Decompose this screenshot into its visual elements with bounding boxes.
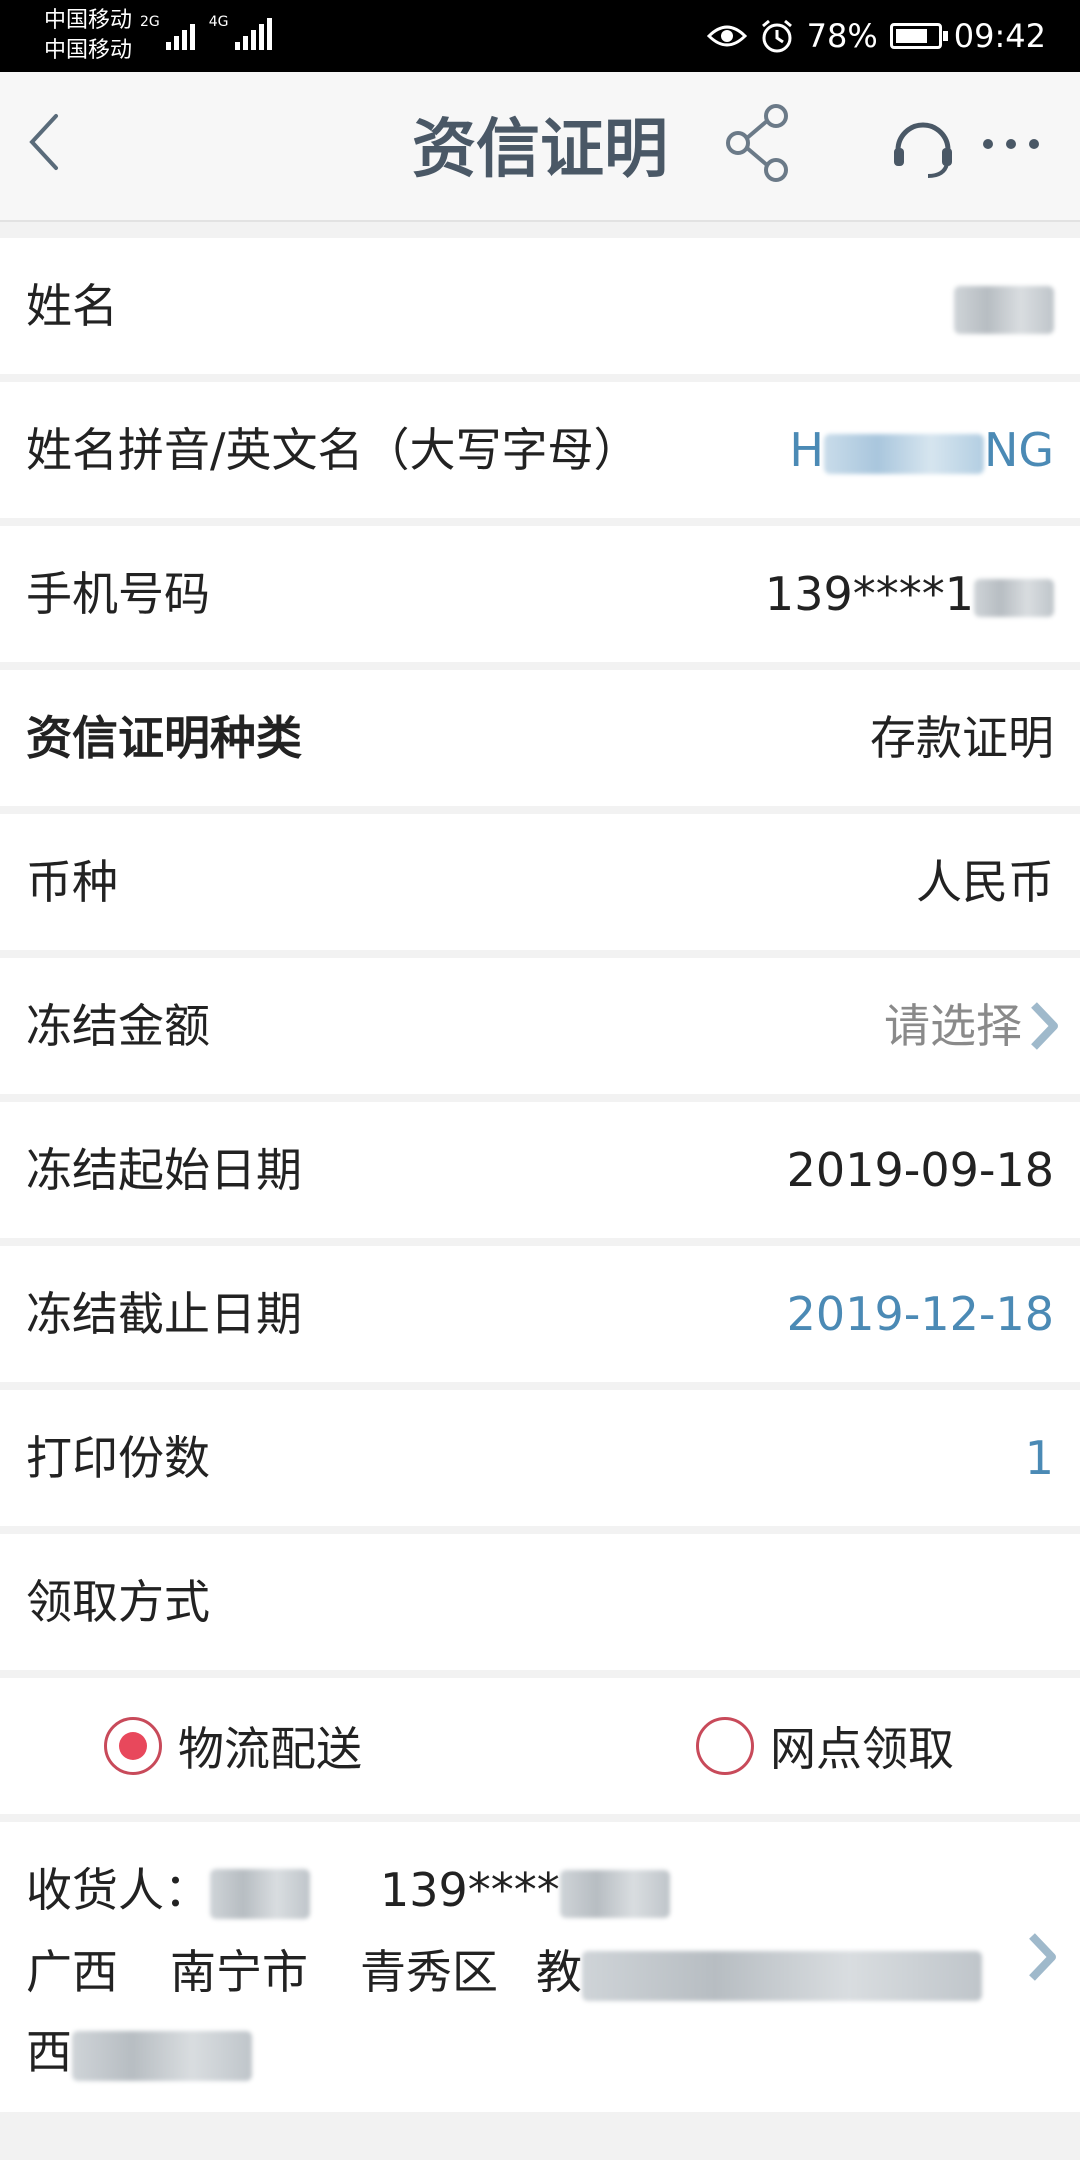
address-line-3: 西 [26,2012,252,2092]
pinyin-value: H NG [789,382,1054,518]
frozen-amount-label: 冻结金额 [26,999,210,1053]
certificate-type-label: 资信证明种类 [26,711,302,765]
row-currency: 币种 人民币 [0,814,1080,950]
radio-branch[interactable]: 网点领取 [696,1678,954,1814]
redacted-phone [974,578,1054,617]
frozen-amount-select[interactable]: 请选择 [884,958,1062,1094]
row-certificate-type[interactable]: 资信证明种类 存款证明 [0,670,1080,806]
phone-label: 手机号码 [26,567,210,621]
address-city: 南宁市 [170,1945,308,1999]
pinyin-value-end: NG [983,423,1054,477]
receiver-line: 收货人： 139**** [26,1850,670,1930]
address-line: 广西 南宁市 青秀区教 [26,1932,982,2012]
form-list: 姓名 姓名拼音/英文名（大写字母） H NG 手机号码 139****1 资信证明… [0,238,1080,2112]
clock: 09:42 [953,17,1046,55]
radio-logistics-label: 物流配送 [178,1722,362,1776]
phone-value-text: 139****1 [764,567,974,621]
signal-2-icon: 4G [209,14,272,50]
redacted-street [582,1950,982,2001]
pickup-method-label: 领取方式 [26,1575,210,1629]
copies-value[interactable]: 1 [1025,1390,1054,1526]
row-start-date: 冻结起始日期 2019-09-18 [0,1102,1080,1238]
radio-branch-label: 网点领取 [770,1722,954,1776]
receiver-phone: 139**** [380,1863,560,1917]
redacted-receiver [210,1868,310,1919]
alarm-icon [761,19,792,53]
radio-unchecked-icon [696,1717,754,1775]
pinyin-label: 姓名拼音/英文名（大写字母） [26,423,640,477]
more-icon[interactable] [980,134,1042,154]
battery-icon [889,23,948,49]
customer-service-icon[interactable] [890,114,956,180]
start-date-value: 2019-09-18 [786,1143,1054,1197]
copies-label: 打印份数 [26,1431,210,1485]
network-type-2: 4G [208,14,229,30]
signal-1-icon: 2G [140,14,195,50]
address-province: 广西 [26,1945,118,1999]
address-line3-start: 西 [26,2025,72,2079]
redacted-receiver-phone [559,1869,670,1918]
status-right: 78% 09:42 [706,0,1046,72]
frozen-amount-placeholder: 请选择 [884,999,1022,1053]
row-pickup-method: 领取方式 [0,1534,1080,1670]
phone-value: 139****1 [765,526,1054,662]
redacted-name [954,285,1054,334]
carrier-labels: 中国移动 中国移动 [44,6,132,66]
redacted-pinyin [823,433,984,474]
network-type-1: 2G [140,14,160,30]
row-end-date[interactable]: 冻结截止日期 2019-12-18 [0,1246,1080,1382]
certificate-type-value: 存款证明 [870,711,1054,765]
share-icon[interactable] [722,102,794,184]
end-date-label: 冻结截止日期 [26,1287,302,1341]
signal-indicators: 2G 4G [140,14,272,50]
row-copies[interactable]: 打印份数 1 [0,1390,1080,1526]
radio-checked-icon [104,1717,162,1775]
carrier-1: 中国移动 [44,8,133,33]
chevron-right-icon [1029,1933,1056,1981]
pickup-options: 物流配送 网点领取 [0,1678,1080,1814]
eye-icon [706,25,747,47]
row-pinyin: 姓名拼音/英文名（大写字母） H NG [0,382,1080,518]
end-date-value[interactable]: 2019-12-18 [787,1246,1054,1382]
chevron-right-icon [1031,1002,1058,1050]
pinyin-value-start: H [789,423,824,477]
nav-bar: 资信证明 [0,72,1080,222]
carrier-2: 中国移动 [44,38,133,63]
receiver-label: 收货人： [26,1863,210,1917]
name-value [954,238,1054,374]
name-label: 姓名 [26,279,118,333]
status-bar: 中国移动 中国移动 2G 4G 78% 09:42 [0,0,1080,72]
address-district: 青秀区 [360,1945,498,1999]
battery-percent: 78% [806,17,878,55]
currency-value: 人民币 [916,855,1054,909]
row-frozen-amount[interactable]: 冻结金额 请选择 [0,958,1080,1094]
radio-logistics[interactable]: 物流配送 [104,1678,362,1814]
start-date-label: 冻结起始日期 [26,1143,302,1197]
row-name: 姓名 [0,238,1080,374]
currency-label: 币种 [26,855,118,909]
delivery-address[interactable]: 收货人： 139**** 广西 南宁市 青秀区教 西 [0,1822,1080,2112]
redacted-address-detail [72,2030,252,2081]
address-street-start: 教 [536,1945,582,1999]
row-phone: 手机号码 139****1 [0,526,1080,662]
